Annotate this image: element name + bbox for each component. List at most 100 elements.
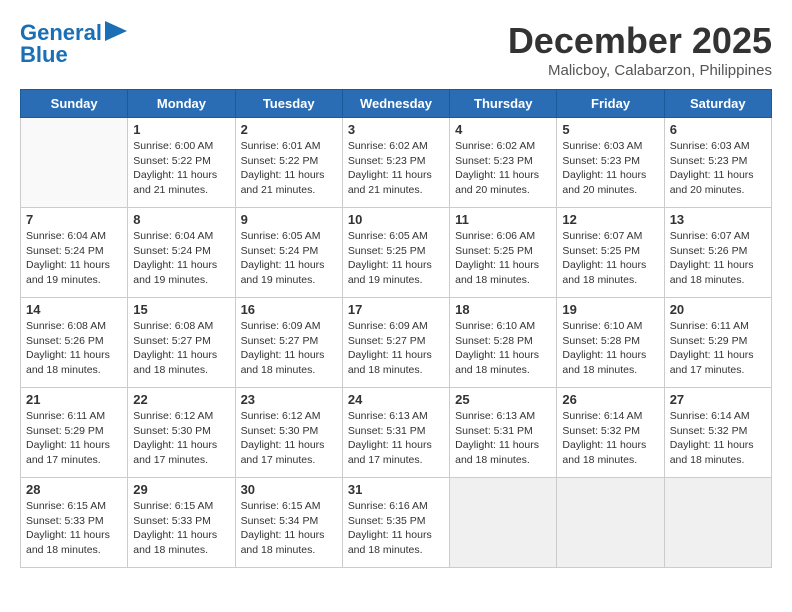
day-number: 10 bbox=[348, 212, 444, 227]
calendar-cell: 19 Sunrise: 6:10 AMSunset: 5:28 PMDayligh… bbox=[557, 298, 664, 388]
cell-content: Sunrise: 6:11 AMSunset: 5:29 PMDaylight:… bbox=[670, 319, 766, 378]
calendar-cell: 15 Sunrise: 6:08 AMSunset: 5:27 PMDayligh… bbox=[128, 298, 235, 388]
cell-content: Sunrise: 6:07 AMSunset: 5:25 PMDaylight:… bbox=[562, 229, 658, 288]
calendar-cell: 31 Sunrise: 6:16 AMSunset: 5:35 PMDayligh… bbox=[342, 478, 449, 568]
cell-content: Sunrise: 6:04 AMSunset: 5:24 PMDaylight:… bbox=[133, 229, 229, 288]
day-number: 14 bbox=[26, 302, 122, 317]
calendar-cell: 3 Sunrise: 6:02 AMSunset: 5:23 PMDaylight… bbox=[342, 118, 449, 208]
day-number: 23 bbox=[241, 392, 337, 407]
day-number: 1 bbox=[133, 122, 229, 137]
cell-content: Sunrise: 6:03 AMSunset: 5:23 PMDaylight:… bbox=[562, 139, 658, 198]
day-number: 29 bbox=[133, 482, 229, 497]
day-number: 31 bbox=[348, 482, 444, 497]
calendar-cell: 13 Sunrise: 6:07 AMSunset: 5:26 PMDayligh… bbox=[664, 208, 771, 298]
day-number: 13 bbox=[670, 212, 766, 227]
calendar-cell: 17 Sunrise: 6:09 AMSunset: 5:27 PMDayligh… bbox=[342, 298, 449, 388]
month-title: December 2025 bbox=[508, 20, 772, 62]
cell-content: Sunrise: 6:16 AMSunset: 5:35 PMDaylight:… bbox=[348, 499, 444, 558]
header-friday: Friday bbox=[557, 90, 664, 118]
calendar-cell: 26 Sunrise: 6:14 AMSunset: 5:32 PMDayligh… bbox=[557, 388, 664, 478]
calendar-cell bbox=[450, 478, 557, 568]
calendar-cell: 4 Sunrise: 6:02 AMSunset: 5:23 PMDaylight… bbox=[450, 118, 557, 208]
cell-content: Sunrise: 6:09 AMSunset: 5:27 PMDaylight:… bbox=[241, 319, 337, 378]
calendar-week-row: 14 Sunrise: 6:08 AMSunset: 5:26 PMDayligh… bbox=[21, 298, 772, 388]
day-number: 4 bbox=[455, 122, 551, 137]
logo-arrow-icon bbox=[105, 21, 127, 41]
calendar-cell: 25Sunrise: 6:13 AMSunset: 5:31 PMDayligh… bbox=[450, 388, 557, 478]
header-saturday: Saturday bbox=[664, 90, 771, 118]
page-header: General Blue December 2025 Malicboy, Cal… bbox=[20, 20, 772, 79]
header-thursday: Thursday bbox=[450, 90, 557, 118]
header-tuesday: Tuesday bbox=[235, 90, 342, 118]
cell-content: Sunrise: 6:13 AMSunset: 5:31 PMDaylight:… bbox=[348, 409, 444, 468]
cell-content: Sunrise: 6:12 AMSunset: 5:30 PMDaylight:… bbox=[241, 409, 337, 468]
day-number: 26 bbox=[562, 392, 658, 407]
calendar-cell: 2Sunrise: 6:01 AMSunset: 5:22 PMDaylight… bbox=[235, 118, 342, 208]
day-number: 6 bbox=[670, 122, 766, 137]
cell-content: Sunrise: 6:14 AMSunset: 5:32 PMDaylight:… bbox=[670, 409, 766, 468]
location-title: Malicboy, Calabarzon, Philippines bbox=[508, 62, 772, 79]
cell-content: Sunrise: 6:02 AMSunset: 5:23 PMDaylight:… bbox=[455, 139, 551, 198]
header-monday: Monday bbox=[128, 90, 235, 118]
day-number: 20 bbox=[670, 302, 766, 317]
cell-content: Sunrise: 6:02 AMSunset: 5:23 PMDaylight:… bbox=[348, 139, 444, 198]
cell-content: Sunrise: 6:10 AMSunset: 5:28 PMDaylight:… bbox=[455, 319, 551, 378]
cell-content: Sunrise: 6:13 AMSunset: 5:31 PMDaylight:… bbox=[455, 409, 551, 468]
calendar-week-row: 1Sunrise: 6:00 AMSunset: 5:22 PMDaylight… bbox=[21, 118, 772, 208]
logo: General Blue bbox=[20, 20, 127, 68]
cell-content: Sunrise: 6:05 AMSunset: 5:25 PMDaylight:… bbox=[348, 229, 444, 288]
day-number: 27 bbox=[670, 392, 766, 407]
calendar-cell: 5 Sunrise: 6:03 AMSunset: 5:23 PMDaylight… bbox=[557, 118, 664, 208]
calendar-week-row: 7 Sunrise: 6:04 AMSunset: 5:24 PMDaylight… bbox=[21, 208, 772, 298]
calendar-week-row: 21 Sunrise: 6:11 AMSunset: 5:29 PMDayligh… bbox=[21, 388, 772, 478]
cell-content: Sunrise: 6:07 AMSunset: 5:26 PMDaylight:… bbox=[670, 229, 766, 288]
day-number: 16 bbox=[241, 302, 337, 317]
calendar-cell: 12Sunrise: 6:07 AMSunset: 5:25 PMDayligh… bbox=[557, 208, 664, 298]
calendar-cell: 29 Sunrise: 6:15 AMSunset: 5:33 PMDayligh… bbox=[128, 478, 235, 568]
calendar-cell: 22Sunrise: 6:12 AMSunset: 5:30 PMDayligh… bbox=[128, 388, 235, 478]
calendar-cell: 7 Sunrise: 6:04 AMSunset: 5:24 PMDaylight… bbox=[21, 208, 128, 298]
day-number: 28 bbox=[26, 482, 122, 497]
calendar-cell bbox=[664, 478, 771, 568]
calendar-cell: 30Sunrise: 6:15 AMSunset: 5:34 PMDayligh… bbox=[235, 478, 342, 568]
day-number: 7 bbox=[26, 212, 122, 227]
day-number: 22 bbox=[133, 392, 229, 407]
calendar-cell: 20 Sunrise: 6:11 AMSunset: 5:29 PMDayligh… bbox=[664, 298, 771, 388]
day-number: 24 bbox=[348, 392, 444, 407]
cell-content: Sunrise: 6:15 AMSunset: 5:33 PMDaylight:… bbox=[133, 499, 229, 558]
cell-content: Sunrise: 6:04 AMSunset: 5:24 PMDaylight:… bbox=[26, 229, 122, 288]
day-number: 30 bbox=[241, 482, 337, 497]
calendar-cell bbox=[557, 478, 664, 568]
calendar-cell: 14 Sunrise: 6:08 AMSunset: 5:26 PMDayligh… bbox=[21, 298, 128, 388]
calendar-cell: 1Sunrise: 6:00 AMSunset: 5:22 PMDaylight… bbox=[128, 118, 235, 208]
day-number: 5 bbox=[562, 122, 658, 137]
calendar-cell: 21 Sunrise: 6:11 AMSunset: 5:29 PMDayligh… bbox=[21, 388, 128, 478]
header-sunday: Sunday bbox=[21, 90, 128, 118]
calendar-cell: 9 Sunrise: 6:05 AMSunset: 5:24 PMDaylight… bbox=[235, 208, 342, 298]
cell-content: Sunrise: 6:10 AMSunset: 5:28 PMDaylight:… bbox=[562, 319, 658, 378]
cell-content: Sunrise: 6:08 AMSunset: 5:26 PMDaylight:… bbox=[26, 319, 122, 378]
cell-content: Sunrise: 6:11 AMSunset: 5:29 PMDaylight:… bbox=[26, 409, 122, 468]
cell-content: Sunrise: 6:08 AMSunset: 5:27 PMDaylight:… bbox=[133, 319, 229, 378]
cell-content: Sunrise: 6:14 AMSunset: 5:32 PMDaylight:… bbox=[562, 409, 658, 468]
calendar-cell: 6 Sunrise: 6:03 AMSunset: 5:23 PMDaylight… bbox=[664, 118, 771, 208]
day-number: 21 bbox=[26, 392, 122, 407]
title-block: December 2025 Malicboy, Calabarzon, Phil… bbox=[508, 20, 772, 79]
day-number: 15 bbox=[133, 302, 229, 317]
calendar-cell: 27 Sunrise: 6:14 AMSunset: 5:32 PMDayligh… bbox=[664, 388, 771, 478]
calendar-cell: 28Sunrise: 6:15 AMSunset: 5:33 PMDayligh… bbox=[21, 478, 128, 568]
day-number: 9 bbox=[241, 212, 337, 227]
calendar-header-row: Sunday Monday Tuesday Wednesday Thursday… bbox=[21, 90, 772, 118]
calendar-cell: 10 Sunrise: 6:05 AMSunset: 5:25 PMDayligh… bbox=[342, 208, 449, 298]
day-number: 18 bbox=[455, 302, 551, 317]
day-number: 19 bbox=[562, 302, 658, 317]
cell-content: Sunrise: 6:05 AMSunset: 5:24 PMDaylight:… bbox=[241, 229, 337, 288]
header-wednesday: Wednesday bbox=[342, 90, 449, 118]
cell-content: Sunrise: 6:09 AMSunset: 5:27 PMDaylight:… bbox=[348, 319, 444, 378]
calendar-cell: 24 Sunrise: 6:13 AMSunset: 5:31 PMDayligh… bbox=[342, 388, 449, 478]
day-number: 3 bbox=[348, 122, 444, 137]
calendar-week-row: 28 Sunrise: 6:15 AMSunset: 5:33 PMDayligh… bbox=[21, 478, 772, 568]
day-number: 17 bbox=[348, 302, 444, 317]
cell-content: Sunrise: 6:06 AMSunset: 5:25 PMDaylight:… bbox=[455, 229, 551, 288]
cell-content: Sunrise: 6:03 AMSunset: 5:23 PMDaylight:… bbox=[670, 139, 766, 198]
